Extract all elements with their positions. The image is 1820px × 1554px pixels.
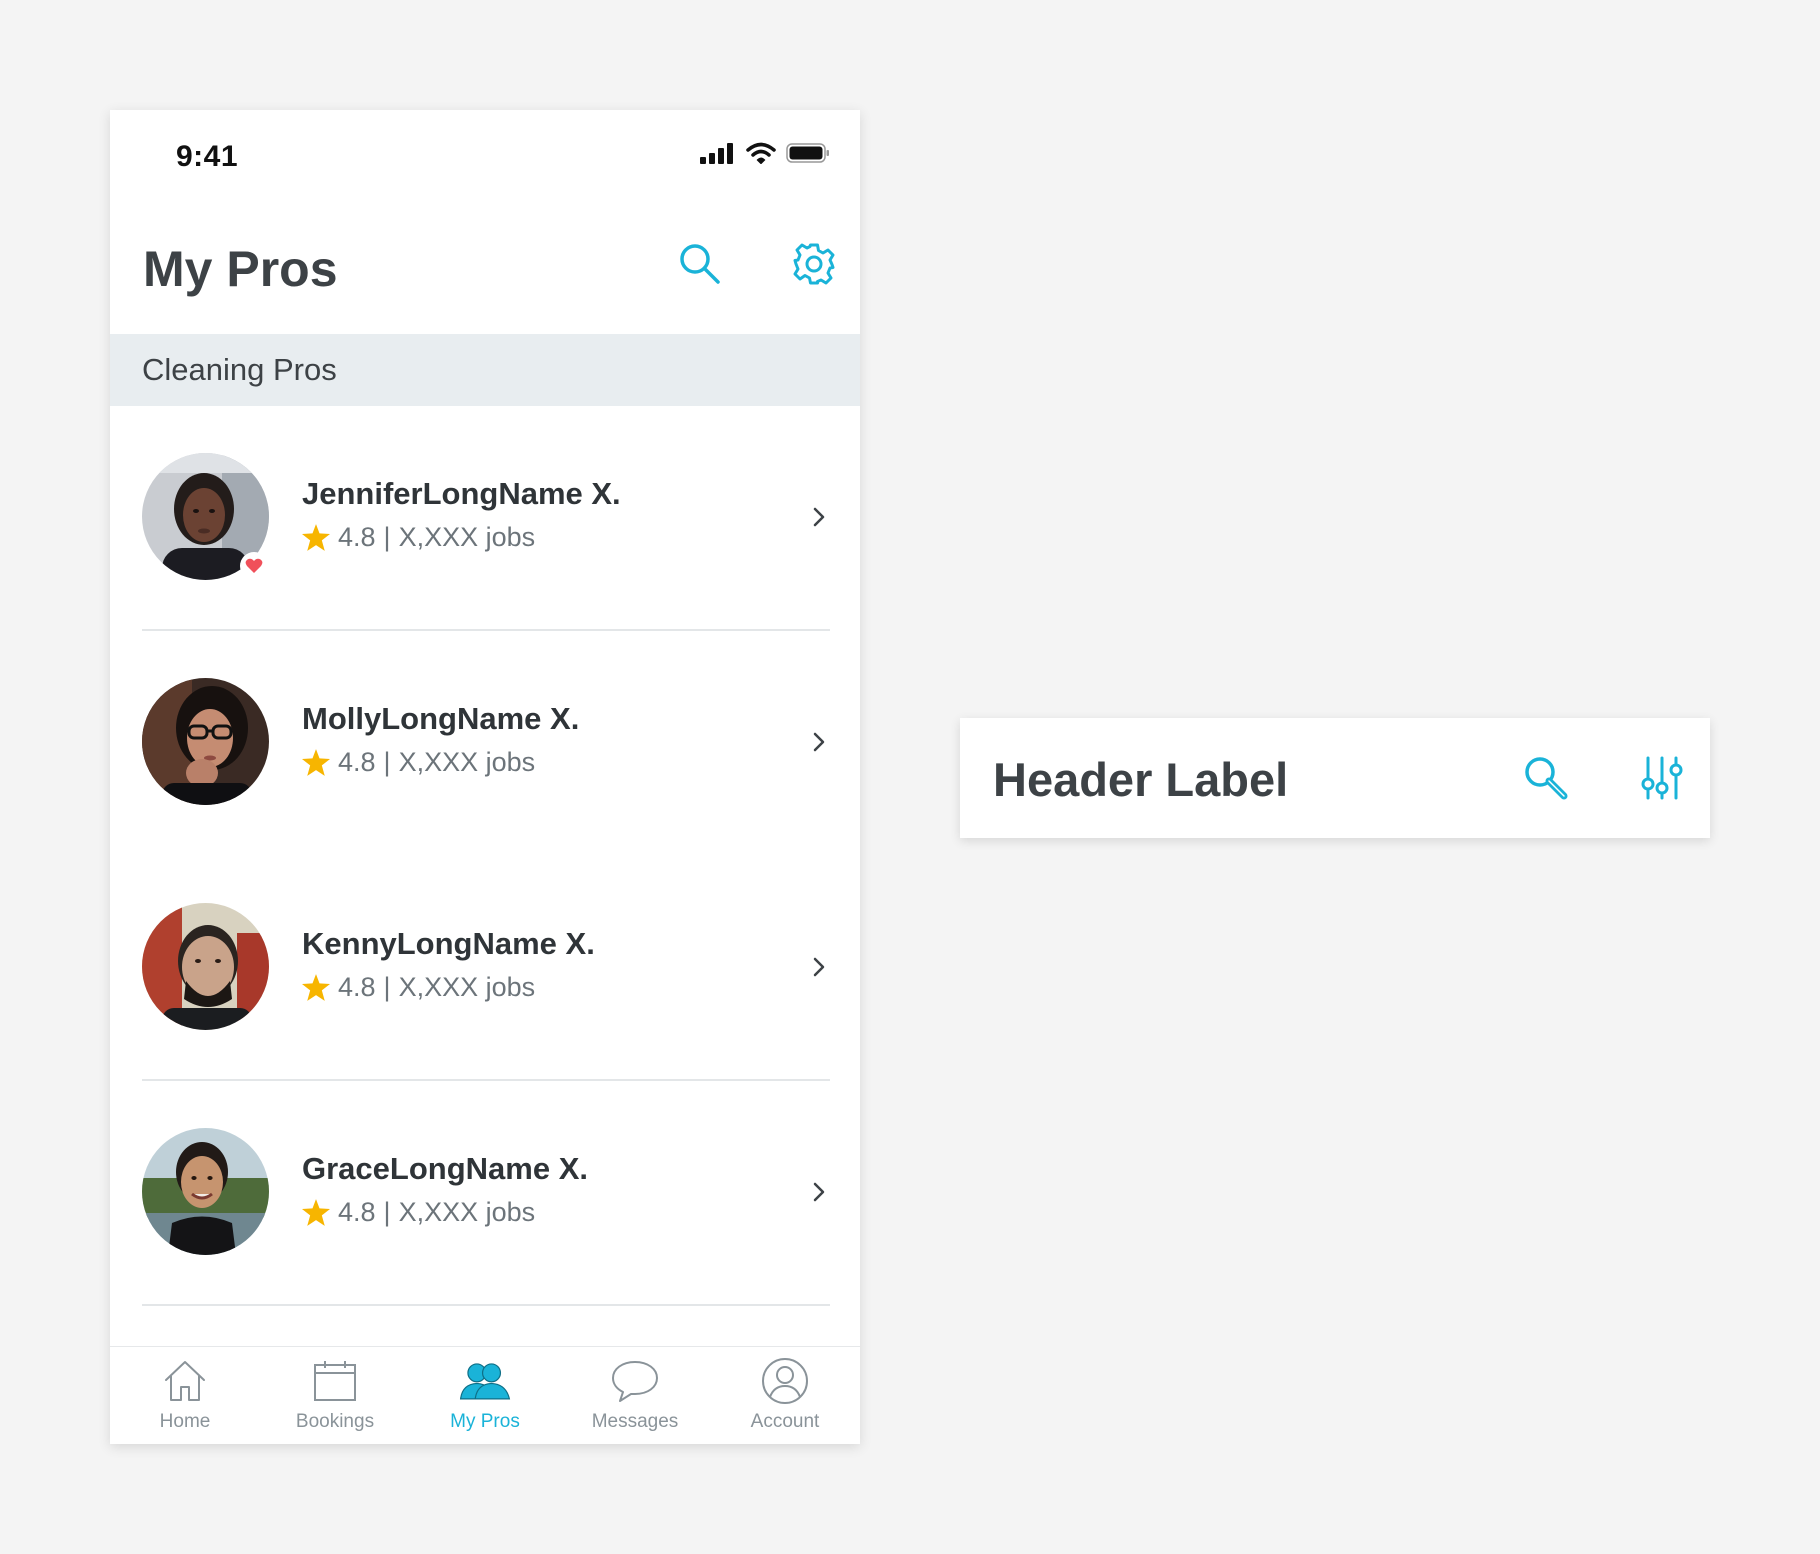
- jobs-count: X,XXX jobs: [398, 972, 536, 1002]
- star-icon: [302, 749, 330, 776]
- row-divider: [142, 1304, 830, 1306]
- pro-rating: 4.8 | X,XXX jobs: [302, 522, 535, 553]
- phone-screen: 9:41 My Pros Cleaning Pros JenniferLongN…: [110, 110, 860, 1444]
- nav-header: My Pros: [110, 198, 860, 334]
- chevron-right-icon: [813, 957, 825, 977]
- pro-name: GraceLongName X.: [302, 1151, 588, 1186]
- pro-list-item[interactable]: GraceLongName X. 4.8 | X,XXX jobs: [110, 1081, 860, 1306]
- search-icon[interactable]: [672, 236, 728, 292]
- header-component: Header Label: [960, 718, 1710, 838]
- tab-messages[interactable]: Messages: [560, 1347, 710, 1444]
- favorite-heart-icon: [240, 552, 268, 580]
- pro-rating: 4.8 | X,XXX jobs: [302, 972, 535, 1003]
- pro-list-item[interactable]: MollyLongName X. 4.8 | X,XXX jobs: [110, 631, 860, 856]
- avatar: [142, 1128, 269, 1255]
- tab-label: Home: [159, 1411, 211, 1432]
- jobs-count: X,XXX jobs: [398, 522, 536, 552]
- star-icon: [302, 524, 330, 551]
- section-label: Cleaning Pros: [142, 352, 337, 387]
- rating-value: 4.8: [338, 972, 376, 1002]
- status-bar: 9:41: [110, 110, 860, 198]
- rating-separator: |: [383, 522, 391, 552]
- pro-list-item[interactable]: KennyLongName X. 4.8 | X,XXX jobs: [110, 856, 860, 1081]
- people-icon: [459, 1355, 511, 1407]
- tab-label: My Pros: [450, 1411, 520, 1432]
- status-icons: [700, 142, 830, 169]
- tab-label: Account: [750, 1411, 820, 1432]
- tab-label: Bookings: [295, 1411, 375, 1432]
- tab-account[interactable]: Account: [710, 1347, 860, 1444]
- rating-value: 4.8: [338, 1197, 376, 1227]
- tab-my-pros[interactable]: My Pros: [410, 1347, 560, 1444]
- magnifier-icon[interactable]: [1518, 750, 1574, 806]
- avatar: [142, 678, 269, 805]
- rating-separator: |: [383, 747, 391, 777]
- rating-separator: |: [383, 972, 391, 1002]
- avatar: [142, 903, 269, 1030]
- user-circle-icon: [759, 1355, 811, 1407]
- jobs-count: X,XXX jobs: [398, 1197, 536, 1227]
- page-title: My Pros: [143, 241, 338, 297]
- home-icon: [159, 1355, 211, 1407]
- calendar-icon: [309, 1355, 361, 1407]
- star-icon: [302, 1199, 330, 1226]
- pro-name: KennyLongName X.: [302, 926, 595, 961]
- pro-name: JenniferLongName X.: [302, 476, 621, 511]
- rating-value: 4.8: [338, 522, 376, 552]
- chat-bubble-icon: [609, 1355, 661, 1407]
- battery-icon: [786, 142, 830, 169]
- tab-label: Messages: [591, 1411, 679, 1432]
- status-time: 9:41: [176, 140, 239, 173]
- wifi-icon: [746, 142, 776, 169]
- gear-icon[interactable]: [786, 236, 842, 292]
- tab-bookings[interactable]: Bookings: [260, 1347, 410, 1444]
- tab-bar: Home Bookings My Pros Messages Account: [110, 1346, 860, 1444]
- rating-separator: |: [383, 1197, 391, 1227]
- cellular-signal-icon: [700, 142, 736, 169]
- tab-home[interactable]: Home: [110, 1347, 260, 1444]
- pro-list-item[interactable]: JenniferLongName X. 4.8 | X,XXX jobs: [110, 406, 860, 631]
- header-label: Header Label: [993, 753, 1289, 806]
- pro-rating: 4.8 | X,XXX jobs: [302, 1197, 535, 1228]
- chevron-right-icon: [813, 1182, 825, 1202]
- section-header: Cleaning Pros: [110, 334, 860, 406]
- pro-rating: 4.8 | X,XXX jobs: [302, 747, 535, 778]
- pro-name: MollyLongName X.: [302, 701, 580, 736]
- chevron-right-icon: [813, 507, 825, 527]
- star-icon: [302, 974, 330, 1001]
- chevron-right-icon: [813, 732, 825, 752]
- rating-value: 4.8: [338, 747, 376, 777]
- sliders-icon[interactable]: [1634, 750, 1690, 806]
- jobs-count: X,XXX jobs: [398, 747, 536, 777]
